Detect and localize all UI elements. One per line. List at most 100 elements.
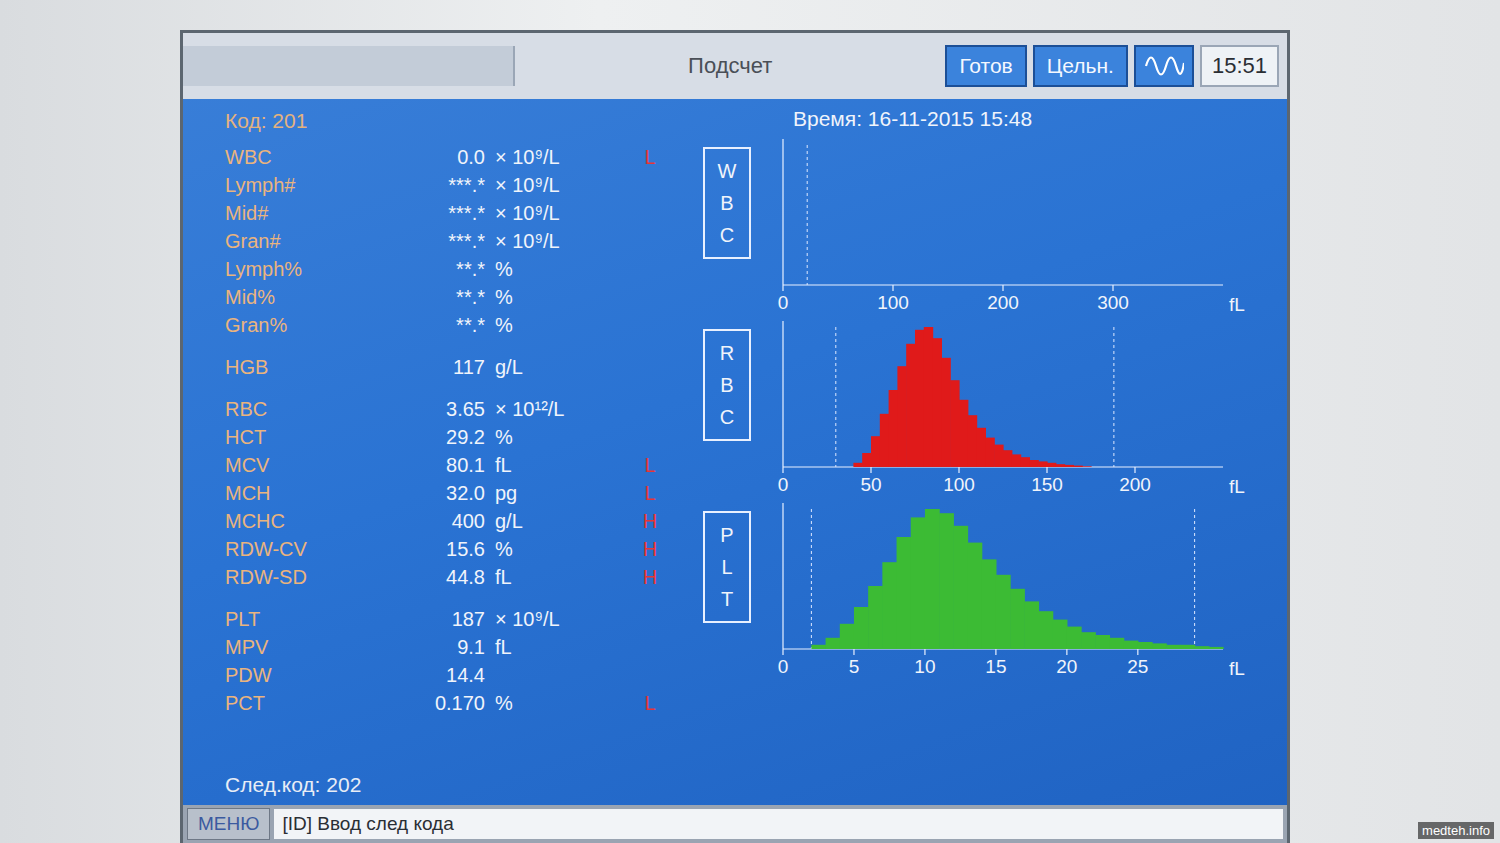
parameter-value: 29.2 bbox=[385, 426, 495, 449]
tick-mark bbox=[892, 285, 893, 291]
parameter-name: MCV bbox=[225, 454, 385, 477]
parameter-flag: L bbox=[635, 692, 665, 715]
x-tick: 100 bbox=[943, 467, 975, 495]
histogram-bar bbox=[925, 509, 940, 649]
parameter-row: HGB117g/L bbox=[225, 353, 683, 381]
histogram-bar bbox=[783, 649, 798, 650]
tick-mark bbox=[1046, 467, 1047, 473]
histogram-bar bbox=[1003, 285, 1015, 286]
tick-label: 50 bbox=[860, 474, 881, 495]
parameter-value: 44.8 bbox=[385, 566, 495, 589]
histogram-bar bbox=[897, 537, 912, 649]
tick-mark bbox=[1134, 467, 1135, 473]
histogram-bar bbox=[838, 285, 850, 286]
histogram-bar bbox=[926, 285, 938, 286]
histogram-bar bbox=[994, 445, 1003, 467]
menu-button[interactable]: МЕНЮ bbox=[187, 808, 270, 840]
screen-title: Подсчет bbox=[515, 53, 945, 79]
threshold-marker bbox=[811, 509, 812, 649]
histogram-bar bbox=[1080, 285, 1092, 286]
parameter-name: RDW-SD bbox=[225, 566, 385, 589]
parameter-unit: × 10⁹/L bbox=[495, 202, 635, 225]
prompt-field[interactable]: [ID] Ввод след кода bbox=[274, 809, 1283, 839]
histogram-bar bbox=[801, 467, 810, 468]
parameter-row: PLT187× 10⁹/L bbox=[225, 605, 683, 633]
tick-mark bbox=[1066, 649, 1067, 655]
parameter-row: MCHC400g/LH bbox=[225, 507, 683, 535]
histogram-bar bbox=[849, 285, 861, 286]
histogram-bar bbox=[827, 467, 836, 468]
tick-mark bbox=[782, 467, 783, 473]
histogram-bar bbox=[893, 285, 905, 286]
analyzer-screen: ПодсчетГотовЦельн.15:51Код: 201WBC0.0× 1… bbox=[180, 30, 1290, 843]
tick-label: 20 bbox=[1056, 656, 1077, 677]
histogram-bar bbox=[783, 285, 795, 286]
histogram-bar bbox=[1201, 285, 1213, 286]
main-area: Код: 201WBC0.0× 10⁹/LLLymph#***.*× 10⁹/L… bbox=[183, 99, 1287, 805]
x-tick: 0 bbox=[778, 285, 789, 313]
histogram-bar bbox=[992, 285, 1004, 286]
parameter-row: RBC3.65× 10¹²/L bbox=[225, 395, 683, 423]
axis-unit: fL bbox=[1229, 294, 1245, 315]
histogram-bar bbox=[1047, 285, 1059, 286]
parameter-row: HCT29.2% bbox=[225, 423, 683, 451]
toolbar-button[interactable]: Цельн. bbox=[1033, 45, 1128, 87]
parameter-value: 117 bbox=[385, 356, 495, 379]
histogram-bar bbox=[853, 463, 862, 467]
parameter-value: 9.1 bbox=[385, 636, 495, 659]
parameter-value: 0.0 bbox=[385, 146, 495, 169]
histogram-bar bbox=[1014, 285, 1026, 286]
histogram-bar bbox=[1012, 454, 1021, 467]
parameter-unit: fL bbox=[495, 566, 635, 589]
threshold-marker bbox=[1194, 509, 1195, 649]
parameter-unit: % bbox=[495, 426, 635, 449]
histogram-bar bbox=[1038, 461, 1047, 467]
histogram-bar bbox=[1179, 285, 1191, 286]
histogram-bar bbox=[948, 285, 960, 286]
parameter-name: MCH bbox=[225, 482, 385, 505]
parameter-flag: H bbox=[635, 538, 665, 561]
tick-mark bbox=[870, 467, 871, 473]
parameter-unit: % bbox=[495, 258, 635, 281]
threshold-marker bbox=[807, 145, 808, 285]
histogram-bar bbox=[1100, 467, 1109, 468]
watermark: medteh.info bbox=[1418, 822, 1494, 839]
x-tick: 300 bbox=[1097, 285, 1129, 313]
toolbar-button[interactable]: Готов bbox=[945, 45, 1026, 87]
histogram-bar bbox=[1117, 467, 1126, 468]
tick-label: 150 bbox=[1031, 474, 1063, 495]
wave-icon bbox=[1144, 53, 1184, 79]
histogram-bar bbox=[1161, 467, 1170, 468]
wave-button[interactable] bbox=[1134, 45, 1194, 87]
parameter-group: HGB117g/L bbox=[225, 353, 683, 381]
histogram-bar bbox=[827, 285, 839, 286]
x-tick: 15 bbox=[985, 649, 1006, 677]
histogram-bar bbox=[862, 453, 871, 467]
tick-mark bbox=[958, 467, 959, 473]
parameter-row: MPV9.1fL bbox=[225, 633, 683, 661]
parameter-name: Gran% bbox=[225, 314, 385, 337]
parameter-value: **.* bbox=[385, 286, 495, 309]
parameter-name: PDW bbox=[225, 664, 385, 687]
histogram-bar bbox=[797, 649, 812, 650]
histogram-bar bbox=[1126, 467, 1135, 468]
histogram-bar bbox=[953, 526, 968, 649]
histogram-bar bbox=[950, 380, 959, 467]
histogram-bar bbox=[880, 414, 889, 467]
histogram-bar bbox=[818, 467, 827, 468]
histogram-bar bbox=[915, 330, 924, 467]
parameter-value: 15.6 bbox=[385, 538, 495, 561]
histogram-bar bbox=[826, 638, 841, 649]
parameter-row: Gran%**.*% bbox=[225, 311, 683, 339]
parameter-unit: g/L bbox=[495, 356, 635, 379]
parameter-row: Mid%**.*% bbox=[225, 283, 683, 311]
x-tick: 10 bbox=[914, 649, 935, 677]
histogram-bar bbox=[1102, 285, 1114, 286]
tick-label: 0 bbox=[778, 474, 789, 495]
parameter-row: MCV80.1fLL bbox=[225, 451, 683, 479]
histogram-bar bbox=[1065, 465, 1074, 467]
x-tick: 100 bbox=[877, 285, 909, 313]
histogram-bar bbox=[1113, 285, 1125, 286]
histogram-plot: 0100200300fL bbox=[771, 135, 1251, 317]
parameter-value: 400 bbox=[385, 510, 495, 533]
